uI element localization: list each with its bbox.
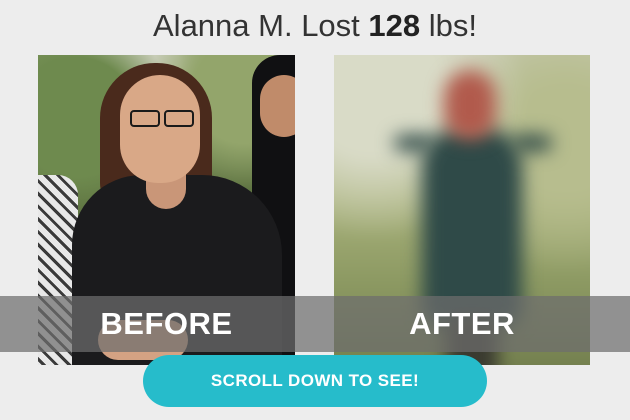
headline-amount: 128 (368, 8, 421, 43)
headline-prefix: Alanna M. Lost (153, 8, 369, 43)
before-label: BEFORE (100, 306, 233, 341)
before-photo-glasses-right (164, 110, 194, 127)
headline: Alanna M. Lost 128 lbs! (0, 6, 630, 46)
before-photo-right-face (260, 75, 295, 137)
headline-suffix: lbs! (420, 8, 477, 43)
before-photo-glasses-left (130, 110, 160, 127)
scroll-down-button[interactable]: SCROLL DOWN TO SEE! (143, 355, 487, 407)
after-label: AFTER (409, 306, 515, 341)
after-photo-head (444, 70, 496, 140)
before-photo-face (120, 75, 200, 183)
